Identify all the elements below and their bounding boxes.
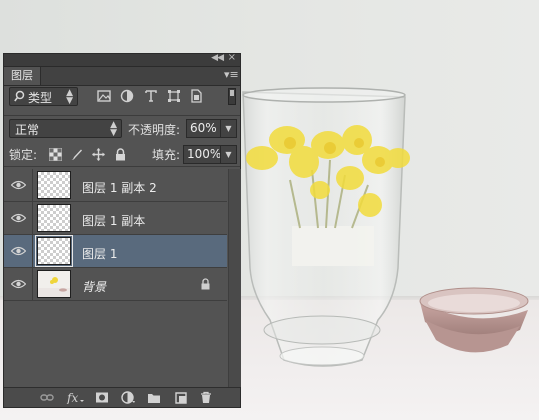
new-group-icon[interactable] xyxy=(147,391,161,404)
layer-name[interactable]: 图层 1 副本 xyxy=(82,212,145,229)
trash-icon[interactable] xyxy=(199,391,213,404)
panel-menu-icon[interactable]: ▾≡ xyxy=(224,68,239,82)
eye-separator xyxy=(32,268,33,300)
layer-name[interactable]: 图层 1 xyxy=(82,245,117,262)
background-layer-thumbnail xyxy=(37,270,71,298)
layer-thumbnail xyxy=(37,204,71,232)
layer-list: 图层 1 副本 2 图层 1 副本 图层 1 背景 xyxy=(4,169,227,389)
fx-icon[interactable]: fx xyxy=(66,391,84,404)
layer-row[interactable]: 图层 1 副本 xyxy=(4,202,227,235)
eye-separator xyxy=(32,202,33,234)
background-thumbnail-image xyxy=(38,271,70,297)
search-icon xyxy=(14,90,25,102)
tab-layers[interactable]: 图层 xyxy=(4,67,41,85)
layer-name[interactable]: 背景 xyxy=(82,278,106,295)
opacity-dropdown-button[interactable]: ▼ xyxy=(220,119,237,138)
eye-separator xyxy=(32,235,33,267)
blend-mode-select[interactable]: 正常 ▲ ▼ xyxy=(9,119,122,138)
lock-fill-row: 锁定: 填充: 100% ▼ xyxy=(4,142,240,167)
new-layer-icon[interactable] xyxy=(173,391,187,404)
collapse-panel-icon[interactable]: ◀◀ xyxy=(211,53,224,63)
lock-label: 锁定: xyxy=(9,148,38,162)
shape-layer-filter-icon[interactable] xyxy=(167,89,181,103)
eye-visibility-icon[interactable] xyxy=(11,180,26,190)
layer-row-selected[interactable]: 图层 1 xyxy=(4,235,227,268)
layers-bottom-toolbar: fx xyxy=(4,387,240,407)
smart-object-filter-icon[interactable] xyxy=(189,89,203,103)
fill-label: 填充: xyxy=(152,148,181,162)
layer-row[interactable]: 背景 xyxy=(4,268,227,301)
layer-filter-row: 类型 ▲ ▼ xyxy=(4,87,240,109)
add-mask-icon[interactable] xyxy=(95,391,109,404)
adjustment-layer-filter-icon[interactable] xyxy=(120,89,134,103)
filter-toggle-switch[interactable] xyxy=(228,88,236,105)
layer-list-scrollbar[interactable] xyxy=(228,169,241,387)
filter-kind-label: 类型 xyxy=(28,91,53,105)
eye-separator xyxy=(32,169,33,201)
updown-arrows-icon: ▲ ▼ xyxy=(110,120,117,138)
opacity-label: 不透明度: xyxy=(128,123,181,137)
panel-tab-row: 图层 ▾≡ xyxy=(4,67,240,86)
layers-panel: ◀◀ × 图层 ▾≡ 类型 ▲ ▼ 正常 ▲ ▼ 不透明度: 60% ▼ 锁定:… xyxy=(3,52,241,408)
lock-transparent-pixels-icon[interactable] xyxy=(49,148,62,161)
adjustment-layer-icon[interactable] xyxy=(121,391,135,404)
link-layers-icon[interactable] xyxy=(40,391,54,404)
filter-kind-select[interactable]: 类型 ▲ ▼ xyxy=(9,87,78,106)
eye-visibility-icon[interactable] xyxy=(11,246,26,256)
layer-thumbnail xyxy=(35,235,73,267)
blend-opacity-row: 正常 ▲ ▼ 不透明度: 60% ▼ xyxy=(4,115,240,138)
lock-all-icon[interactable] xyxy=(114,148,127,161)
eye-visibility-icon[interactable] xyxy=(11,213,26,223)
panel-title-bar[interactable]: ◀◀ × xyxy=(4,52,240,67)
close-panel-icon[interactable]: × xyxy=(228,52,236,63)
lock-image-pixels-icon[interactable] xyxy=(70,148,83,161)
lock-icon xyxy=(201,278,210,290)
layer-name[interactable]: 图层 1 副本 2 xyxy=(82,179,157,196)
fill-dropdown-button[interactable]: ▼ xyxy=(220,145,237,164)
fill-input[interactable]: 100% xyxy=(183,145,221,164)
svg-text:fx: fx xyxy=(66,391,78,404)
eye-visibility-icon[interactable] xyxy=(11,279,26,289)
opacity-input[interactable]: 60% xyxy=(186,119,221,138)
blend-mode-value: 正常 xyxy=(15,123,40,137)
type-layer-filter-icon[interactable] xyxy=(144,89,158,103)
lock-position-icon[interactable] xyxy=(92,148,105,161)
layer-thumbnail xyxy=(37,171,71,199)
layer-row[interactable]: 图层 1 副本 2 xyxy=(4,169,227,202)
updown-arrows-icon: ▲ ▼ xyxy=(66,88,73,106)
pixel-layer-filter-icon[interactable] xyxy=(97,89,111,103)
